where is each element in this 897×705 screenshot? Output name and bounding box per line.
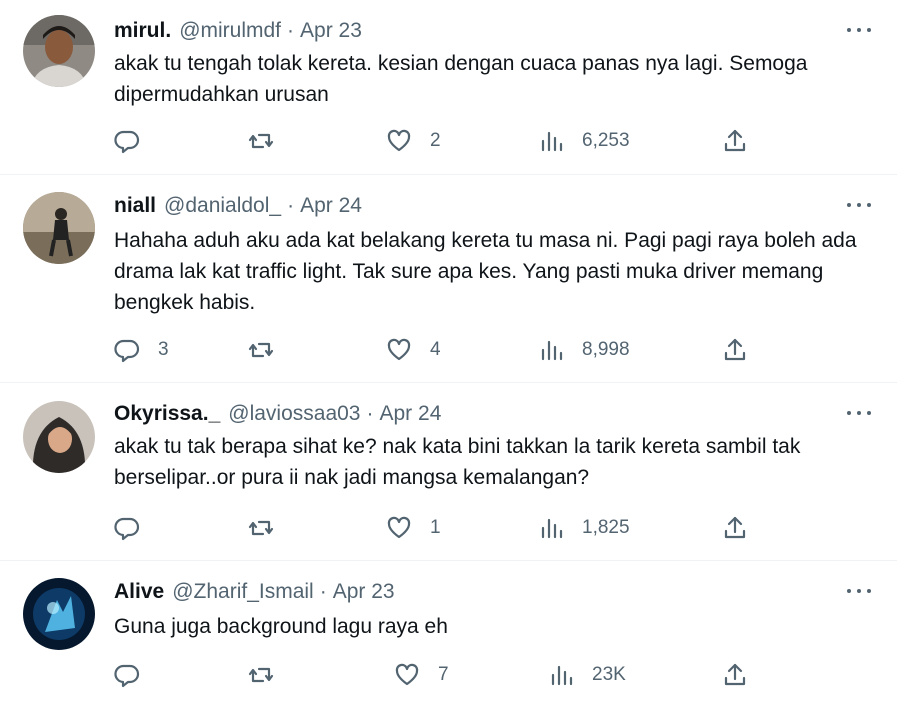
heart-icon	[387, 338, 411, 361]
action-bar: 2 6,253	[114, 126, 754, 156]
share-icon	[724, 338, 746, 361]
reply-text: Hahaha aduh aku ada kat belakang kereta …	[114, 229, 857, 314]
reply-text: akak tu tak berapa sihat ke? nak kata bi…	[114, 435, 801, 489]
share-button[interactable]	[722, 513, 748, 543]
reply-header: Okyrissa._ @laviossaa03 · Apr 24	[114, 401, 441, 427]
display-name[interactable]: niall	[114, 194, 156, 218]
share-button[interactable]	[722, 660, 748, 690]
retweet-icon	[248, 342, 274, 358]
views-icon	[541, 518, 563, 539]
reply-icon	[114, 664, 140, 688]
reply-button[interactable]	[114, 126, 158, 156]
view-count: 1,825	[582, 517, 630, 538]
like-count: 7	[438, 664, 449, 685]
view-count: 8,998	[582, 339, 630, 360]
avatar[interactable]	[23, 578, 95, 650]
views-icon	[541, 340, 563, 361]
avatar[interactable]	[23, 15, 95, 87]
reply-header: niall @danialdol_ · Apr 24	[114, 193, 362, 219]
views-button[interactable]: 8,998	[538, 335, 630, 365]
replies-feed: mirul. @mirulmdf · Apr 23 akak tu tengah…	[0, 0, 897, 705]
reply-icon	[114, 517, 140, 541]
share-icon	[724, 129, 746, 152]
like-count: 4	[430, 339, 441, 360]
views-button[interactable]: 23K	[548, 660, 626, 690]
reply-button[interactable]	[114, 513, 158, 543]
user-handle[interactable]: @mirulmdf	[179, 19, 281, 43]
reply-text: Guna juga background lagu raya eh	[114, 615, 448, 638]
like-count: 1	[430, 517, 441, 538]
views-icon	[541, 131, 563, 152]
heart-icon	[395, 663, 419, 686]
share-icon	[724, 663, 746, 686]
reply-header: Alive @Zharif_Ismail · Apr 23	[114, 579, 395, 605]
heart-icon	[387, 516, 411, 539]
share-icon	[724, 516, 746, 539]
heart-icon	[387, 129, 411, 152]
separator-dot: ·	[366, 402, 374, 425]
retweet-button[interactable]	[248, 335, 292, 365]
post-date[interactable]: Apr 23	[333, 580, 395, 604]
views-button[interactable]: 6,253	[538, 126, 630, 156]
view-count: 23K	[592, 664, 626, 685]
reply-icon	[114, 339, 140, 363]
reply-card[interactable]: mirul. @mirulmdf · Apr 23 akak tu tengah…	[0, 0, 897, 175]
post-date[interactable]: Apr 24	[380, 402, 442, 426]
reply-button[interactable]: 3	[114, 335, 169, 365]
separator-dot: ·	[287, 19, 295, 42]
reply-header: mirul. @mirulmdf · Apr 23	[114, 18, 362, 44]
avatar[interactable]	[23, 192, 95, 264]
retweet-icon	[248, 133, 274, 149]
reply-card[interactable]: Okyrissa._ @laviossaa03 · Apr 24 akak tu…	[0, 383, 897, 561]
like-button[interactable]: 2	[386, 126, 441, 156]
like-button[interactable]: 1	[386, 513, 441, 543]
more-icon[interactable]	[847, 195, 871, 215]
more-icon[interactable]	[847, 20, 871, 40]
like-button[interactable]: 7	[394, 660, 449, 690]
display-name[interactable]: mirul.	[114, 19, 171, 43]
like-button[interactable]: 4	[386, 335, 441, 365]
display-name[interactable]: Alive	[114, 580, 164, 604]
reply-card[interactable]: Alive @Zharif_Ismail · Apr 23 Guna juga …	[0, 561, 897, 705]
action-bar: 1 1,825	[114, 513, 754, 543]
reply-button[interactable]	[114, 660, 158, 690]
more-icon[interactable]	[847, 581, 871, 601]
post-date[interactable]: Apr 24	[300, 194, 362, 218]
reply-count: 3	[158, 339, 169, 360]
post-date[interactable]: Apr 23	[300, 19, 362, 43]
user-handle[interactable]: @Zharif_Ismail	[172, 580, 314, 604]
avatar[interactable]	[23, 401, 95, 473]
views-button[interactable]: 1,825	[538, 513, 630, 543]
view-count: 6,253	[582, 130, 630, 151]
action-bar: 7 23K	[114, 660, 754, 690]
retweet-button[interactable]	[248, 126, 292, 156]
reply-icon	[114, 130, 140, 154]
retweet-button[interactable]	[248, 513, 292, 543]
reply-text: akak tu tengah tolak kereta. kesian deng…	[114, 52, 808, 106]
display-name[interactable]: Okyrissa._	[114, 402, 220, 426]
views-icon	[551, 665, 573, 686]
retweet-icon	[248, 667, 274, 683]
more-icon[interactable]	[847, 403, 871, 423]
separator-dot: ·	[287, 194, 295, 217]
share-button[interactable]	[722, 335, 748, 365]
separator-dot: ·	[319, 580, 327, 603]
action-bar: 3 4 8,998	[114, 335, 754, 365]
retweet-button[interactable]	[248, 660, 292, 690]
user-handle[interactable]: @laviossaa03	[228, 402, 360, 426]
reply-card[interactable]: niall @danialdol_ · Apr 24 Hahaha aduh a…	[0, 175, 897, 383]
like-count: 2	[430, 130, 441, 151]
retweet-icon	[248, 520, 274, 536]
user-handle[interactable]: @danialdol_	[164, 194, 281, 218]
share-button[interactable]	[722, 126, 748, 156]
